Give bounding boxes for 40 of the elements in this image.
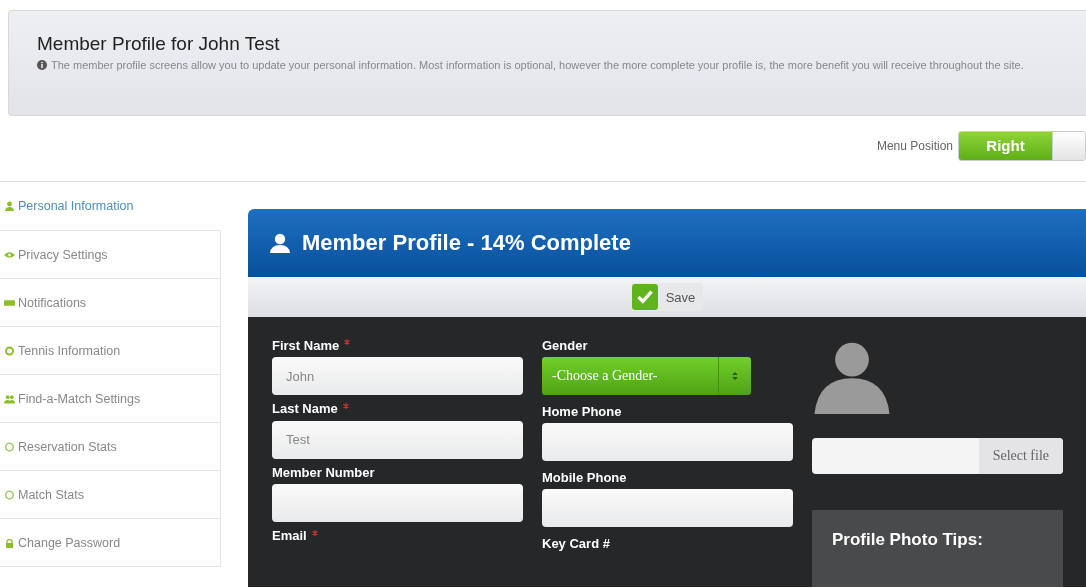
input-field[interactable] (272, 484, 523, 522)
field-label: Gender (542, 337, 588, 353)
input-field[interactable]: Test (272, 420, 523, 459)
updown-arrow-icon (732, 371, 738, 381)
field-label: First Name (272, 337, 340, 353)
file-field[interactable]: Select file (812, 437, 1063, 474)
panel-title: Member Profile - 14% Complete (302, 230, 631, 256)
input-field[interactable]: John (272, 357, 523, 395)
sidebar-item[interactable]: Match Stats (0, 471, 221, 519)
sidebar-item[interactable]: Reservation Stats (0, 423, 221, 471)
circle-icon (4, 489, 15, 500)
menu-position-label: Menu Position (876, 138, 953, 153)
field-label: Home Phone (542, 403, 622, 419)
lock-icon (4, 537, 15, 548)
save-button[interactable]: Save (631, 283, 704, 311)
circle-icon (4, 441, 15, 452)
people-icon (4, 393, 15, 404)
gender-dropdown[interactable]: -Choose a Gender- (542, 357, 751, 395)
input-field[interactable] (542, 423, 793, 461)
checkmark-icon (631, 284, 658, 310)
tips-title: Profile Photo Tips: (832, 529, 984, 550)
field-label: Email (272, 528, 307, 543)
eye-icon (4, 249, 15, 260)
sidebar-item[interactable]: Change Password (0, 519, 221, 567)
field-label: Mobile Phone (542, 469, 627, 485)
person-icon (4, 201, 15, 211)
field-label: Key Card # (542, 535, 610, 551)
field-label: Last Name (272, 401, 338, 416)
sidebar-item[interactable]: Tennis Information (0, 327, 221, 375)
sidebar-item[interactable]: Privacy Settings (0, 231, 221, 279)
sidebar-item[interactable]: Personal Information (0, 182, 221, 231)
info-icon (37, 60, 47, 70)
sidebar-item[interactable]: Notifications (0, 279, 221, 327)
field-label: Member Number (272, 464, 375, 480)
person-icon (270, 233, 290, 253)
sidebar-item[interactable]: Find-a-Match Settings (0, 375, 221, 423)
menu-position-toggle[interactable]: Right (958, 130, 1086, 161)
page-title: Member Profile for John Test (37, 33, 281, 55)
input-field[interactable] (542, 489, 793, 527)
description-text: The member profile screens allow you to update your personal information. Most information is optional, however the more complete your profile is, the more benefit you will receive throughout the site. (51, 58, 1024, 73)
